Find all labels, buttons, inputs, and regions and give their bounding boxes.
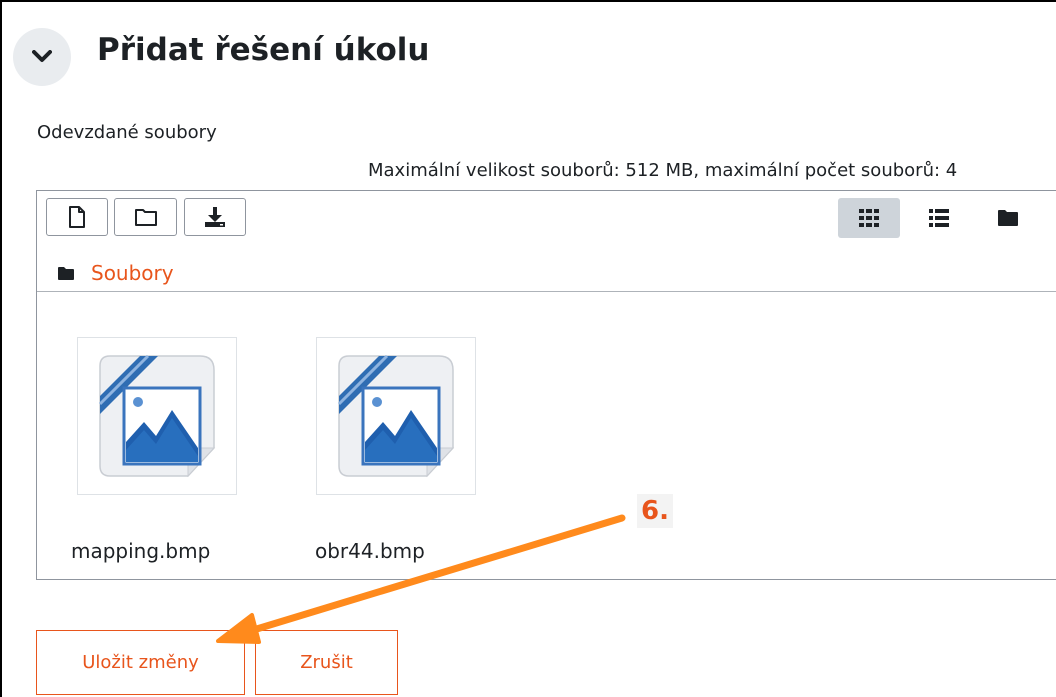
field-label: Odevzdané soubory	[37, 122, 217, 143]
list-view-icon	[929, 209, 949, 227]
folder-icon	[58, 266, 74, 280]
collapse-section-button[interactable]	[13, 28, 71, 86]
file-thumbnail[interactable]	[316, 337, 476, 495]
divider	[37, 291, 1056, 292]
download-icon	[205, 207, 225, 227]
image-file-icon	[337, 354, 455, 478]
section-title: Přidat řešení úkolu	[97, 32, 430, 68]
create-folder-button[interactable]	[114, 198, 177, 236]
new-file-icon	[69, 206, 85, 228]
new-folder-icon	[134, 209, 157, 226]
file-item-mapping[interactable]: mapping.bmp	[71, 337, 237, 563]
list-view-button[interactable]	[908, 198, 970, 238]
image-file-icon	[98, 354, 216, 478]
folder-view-icon	[998, 210, 1018, 226]
breadcrumb: Soubory	[57, 255, 174, 291]
grid-view-icon	[859, 209, 879, 227]
chevron-down-icon	[32, 50, 52, 62]
annotation-step-label: 6.	[637, 494, 673, 528]
tree-view-button[interactable]	[977, 198, 1039, 238]
breadcrumb-link-soubory[interactable]: Soubory	[91, 261, 174, 285]
file-limits-text: Maximální velikost souborů: 512 MB, maxi…	[368, 160, 958, 181]
file-manager: Soubory mapping.bmp obr44.bmp	[36, 190, 1056, 580]
download-all-button[interactable]	[184, 198, 246, 236]
file-thumbnail[interactable]	[77, 337, 237, 495]
cancel-button[interactable]: Zrušit	[255, 630, 398, 695]
save-changes-button[interactable]: Uložit změny	[36, 630, 245, 695]
file-item-obr44[interactable]: obr44.bmp	[315, 337, 476, 563]
grid-view-button[interactable]	[838, 198, 900, 238]
file-name: obr44.bmp	[315, 539, 425, 563]
add-file-button[interactable]	[46, 198, 108, 236]
file-name: mapping.bmp	[71, 539, 211, 563]
